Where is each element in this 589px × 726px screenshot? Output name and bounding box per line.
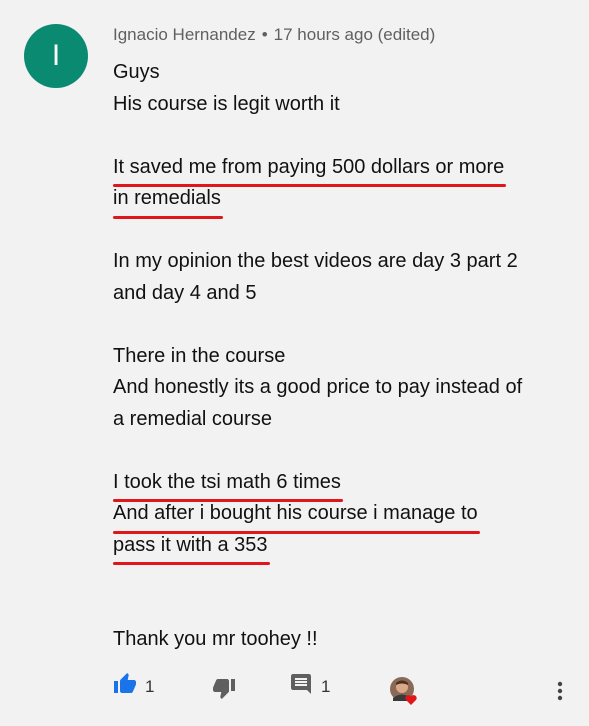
underlined-text: pass it with a 353 [113, 530, 270, 565]
comment-line: and day 4 and 5 [113, 278, 583, 310]
thumbs-down-icon [212, 676, 236, 705]
creator-heart-icon [390, 677, 417, 705]
comment-header: Ignacio Hernandez • 17 hours ago (edited) [113, 25, 435, 45]
comment-text: In my opinion the best videos are day 3 … [113, 250, 518, 272]
author-initial: I [51, 39, 61, 72]
author-name[interactable]: Ignacio Hernandez [113, 25, 256, 44]
comment-actions: 1 1 [0, 672, 589, 712]
reply-button[interactable]: 1 [289, 672, 330, 701]
more-vert-icon [557, 681, 563, 701]
like-count: 1 [145, 676, 155, 696]
underlined-text: I took the tsi math 6 times [113, 467, 343, 502]
comment-line: pass it with a 353 [113, 530, 583, 565]
creator-heart [389, 676, 419, 706]
comment-text: Guys [113, 61, 160, 83]
comment-line: in remedials [113, 183, 583, 218]
comment-line: a remedial course [113, 404, 583, 436]
comment-text: His course is legit worth it [113, 92, 340, 115]
separator-dot: • [261, 25, 268, 44]
comment-line: Thank you mr toohey !! [113, 624, 583, 656]
comment-line: I took the tsi math 6 times [113, 467, 583, 502]
comment-body: Guys His course is legit worth it It saved… [113, 57, 583, 656]
comment-text: Thank you mr toohey !! [113, 628, 318, 650]
like-button[interactable]: 1 [113, 672, 154, 701]
author-avatar[interactable]: I [24, 24, 88, 88]
comment-timestamp[interactable]: 17 hours ago (edited) [274, 25, 436, 44]
underlined-text: in remedials [113, 183, 223, 218]
comment-line: In my opinion the best videos are day 3 … [113, 246, 583, 278]
comment-line: And after i bought his course i manage t… [113, 498, 583, 533]
comment-text: And honestly its a good price to pay ins… [113, 376, 523, 398]
comment-line: Guys [113, 57, 583, 89]
comment-icon [289, 672, 313, 701]
comment-text: a remedial course [113, 407, 272, 430]
comment-line: There in the course [113, 341, 583, 373]
underlined-text: And after i bought his course i manage t… [113, 498, 480, 533]
thumbs-up-icon [113, 672, 137, 701]
underlined-text: It saved me from paying 500 dollars or m… [113, 152, 507, 187]
comment-line: It saved me from paying 500 dollars or m… [113, 152, 583, 187]
dislike-button[interactable] [212, 676, 236, 705]
comment-text: There in the course [113, 344, 286, 367]
comment-line: His course is legit worth it [113, 89, 583, 121]
comment-line: And honestly its a good price to pay ins… [113, 372, 583, 404]
more-options-button[interactable] [552, 680, 568, 709]
reply-count: 1 [321, 676, 331, 696]
comment-text: and day 4 and 5 [113, 281, 257, 304]
